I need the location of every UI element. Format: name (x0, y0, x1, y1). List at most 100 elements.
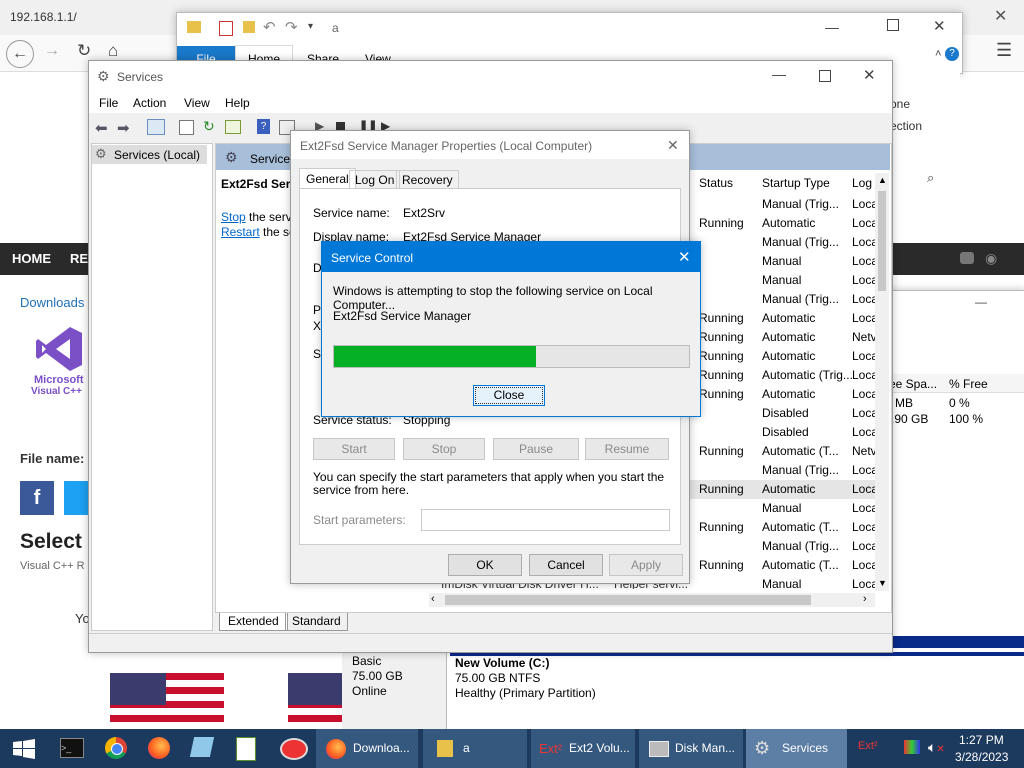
qat-dropdown-icon[interactable]: ▾ (308, 21, 313, 32)
horizontal-scroll-thumb[interactable] (445, 595, 811, 605)
table-row[interactable]: Running Automatic Loca (689, 214, 878, 233)
tab-extended[interactable]: Extended (219, 613, 288, 631)
table-row[interactable]: Running Automatic Netv (689, 328, 877, 347)
properties-close-icon[interactable]: ✕ (667, 137, 679, 154)
browser-menu-icon[interactable]: ☰ (996, 40, 1012, 61)
pause-button[interactable]: Pause (493, 438, 579, 460)
table-row[interactable]: Manual Loca (689, 575, 878, 594)
notes-icon[interactable] (189, 737, 215, 757)
tray-color-icon[interactable] (904, 740, 920, 754)
table-row[interactable]: Running Automatic (T... Loca (689, 518, 878, 537)
stop-button[interactable]: Stop (403, 438, 485, 460)
export-icon[interactable] (225, 120, 241, 134)
tab-standard[interactable]: Standard (285, 613, 348, 631)
rss-icon[interactable]: ◉ (985, 250, 997, 267)
tab-general[interactable]: General (299, 168, 356, 189)
taskbar-services[interactable]: ⚙ Services (746, 729, 847, 768)
table-row[interactable]: Disabled Loca (689, 423, 878, 442)
service-control-close-button[interactable]: Close (473, 385, 545, 406)
table-row[interactable]: Manual (Trig... Loca (689, 290, 878, 309)
table-row[interactable]: Manual Loca (689, 499, 878, 518)
firefox-icon[interactable] (148, 737, 170, 759)
table-row[interactable]: Running Automatic Loca (689, 385, 878, 404)
forward-arrow-icon[interactable]: ➡ (117, 119, 130, 137)
ok-button[interactable]: OK (448, 554, 522, 576)
taskbar-explorer[interactable]: a (423, 729, 527, 768)
explorer-close-icon[interactable]: ✕ (933, 17, 946, 35)
start-button-icon[interactable] (13, 739, 35, 759)
explorer-maximize-icon[interactable] (887, 19, 899, 31)
refresh-icon[interactable]: ↻ (203, 118, 215, 135)
scroll-down-icon[interactable]: ▼ (878, 578, 887, 588)
table-row[interactable]: Manual Loca (689, 252, 878, 271)
tab-log-on[interactable]: Log On (349, 170, 401, 189)
disk-col-pct[interactable]: % Free (949, 377, 988, 391)
table-row[interactable]: Manual (Trig... Loca (689, 233, 878, 252)
address-bar[interactable]: 192.168.1.1/ (10, 10, 77, 24)
table-row[interactable]: Manual (Trig... Loca (689, 195, 878, 214)
table-row[interactable]: Running Automatic Loca (689, 480, 878, 499)
chrome-icon[interactable] (105, 737, 127, 759)
clock-time[interactable]: 1:27 PM (959, 733, 1004, 747)
properties-icon[interactable] (219, 21, 233, 36)
table-row[interactable]: Disabled Loca (689, 404, 878, 423)
start-button[interactable]: Start (313, 438, 395, 460)
scroll-right-icon[interactable]: › (863, 593, 867, 605)
disk-volume-name[interactable]: New Volume (C:) (455, 656, 549, 670)
cmd-icon[interactable]: >_ (60, 738, 84, 758)
home-icon[interactable]: ⌂ (108, 41, 118, 61)
tree-item-services-local[interactable]: ⚙ Services (Local) (92, 145, 207, 164)
services-minimize-icon[interactable]: — (772, 66, 786, 82)
disk-minimize-icon[interactable]: — (975, 295, 987, 309)
service-control-close-icon[interactable]: ✕ (678, 248, 691, 266)
help-icon[interactable]: ? (945, 47, 959, 61)
scroll-up-icon[interactable]: ▲ (878, 175, 887, 185)
nav-home[interactable]: HOME (12, 251, 51, 266)
taskbar-disk-management[interactable]: Disk Man... (639, 729, 743, 768)
services-maximize-icon[interactable] (819, 70, 831, 82)
taskbar-firefox-downloads[interactable]: Downloa... (316, 729, 418, 768)
clock-date[interactable]: 3/28/2023 (955, 750, 1008, 764)
browser-close-icon[interactable]: ✕ (994, 6, 1007, 26)
table-row[interactable]: Manual Loca (689, 271, 878, 290)
restart-service-link[interactable]: Restart (221, 225, 260, 239)
undo-icon[interactable]: ↶ (263, 18, 276, 36)
spreadsheet-icon[interactable] (236, 737, 256, 761)
table-row[interactable]: Running Automatic Loca (689, 347, 878, 366)
tab-recovery[interactable]: Recovery (396, 170, 459, 189)
ribbon-expand-icon[interactable]: ˄ (935, 48, 941, 60)
column-header-log[interactable]: Log (852, 176, 872, 190)
menu-action[interactable]: Action (133, 96, 166, 110)
start-params-input[interactable] (421, 509, 670, 531)
twitter-icon[interactable] (64, 481, 88, 515)
table-row[interactable]: Running Automatic (Trig... Loca (689, 366, 878, 385)
table-row[interactable]: Manual (Trig... Loca (689, 461, 878, 480)
table-row[interactable]: Running Automatic Loca (689, 309, 878, 328)
taskbar-ext2-volume[interactable]: Ext² Ext2 Volu... (531, 729, 635, 768)
explorer-search-icon[interactable]: ⌕ (927, 170, 934, 186)
back-icon[interactable]: ← (6, 40, 34, 68)
downloads-breadcrumb[interactable]: Downloads (20, 295, 84, 310)
table-row[interactable]: Manual (Trig... Loca (689, 537, 878, 556)
new-folder-icon[interactable] (243, 21, 255, 33)
disk-col-free[interactable]: ee Spa... (889, 377, 937, 391)
explorer-minimize-icon[interactable]: — (825, 19, 839, 35)
back-arrow-icon[interactable]: ⬅ (95, 119, 108, 137)
menu-file[interactable]: File (99, 96, 118, 110)
volume-muted-icon[interactable]: 🔈︎✕ (928, 739, 945, 756)
cancel-button[interactable]: Cancel (529, 554, 603, 576)
properties-sheet-icon[interactable] (179, 120, 194, 135)
tray-ext2-icon[interactable]: Ext² (858, 740, 878, 752)
facebook-icon[interactable]: f (20, 481, 54, 515)
menu-view[interactable]: View (184, 96, 210, 110)
forward-icon[interactable]: → (44, 42, 60, 60)
show-tree-icon[interactable] (147, 119, 165, 135)
menu-help[interactable]: Help (225, 96, 250, 110)
stop-service-link[interactable]: Stop (221, 210, 246, 224)
disk-tool-icon[interactable] (280, 738, 308, 760)
table-row[interactable]: Running Automatic (T... Loca (689, 556, 878, 575)
apply-button[interactable]: Apply (609, 554, 683, 576)
column-header-status[interactable]: Status (699, 176, 733, 190)
scroll-left-icon[interactable]: ‹ (431, 593, 435, 605)
column-header-startup[interactable]: Startup Type (762, 176, 830, 190)
